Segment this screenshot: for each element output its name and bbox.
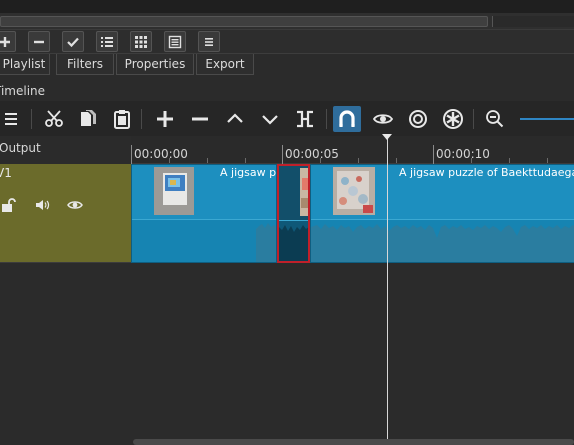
toolbar-separator xyxy=(141,109,142,129)
add-icon[interactable] xyxy=(0,31,16,52)
clip-audio-section xyxy=(132,219,276,262)
mute-audio-icon[interactable] xyxy=(34,197,50,213)
playlist-toolbar xyxy=(0,30,574,53)
tiles-view-icon[interactable] xyxy=(130,31,152,52)
remove-icon[interactable] xyxy=(28,31,50,52)
clip-thumbnail xyxy=(300,168,308,216)
overwrite-icon[interactable] xyxy=(256,106,284,132)
timeline-panel-title: Timeline xyxy=(0,84,46,98)
ruler-minor-tick xyxy=(320,158,321,163)
timeline-ruler[interactable]: 00:00:00 00:00:05 00:00:10 xyxy=(131,136,574,164)
lock-icon[interactable] xyxy=(0,197,16,213)
tab-export[interactable]: Export xyxy=(196,54,254,75)
ruler-minor-tick xyxy=(471,158,472,163)
audio-waveform xyxy=(311,224,574,262)
menu-icon[interactable] xyxy=(198,31,220,52)
ruler-label: 00:00:00 xyxy=(134,147,188,161)
panel-tabs: Playlist Filters Properties Export xyxy=(0,53,574,75)
split-icon[interactable] xyxy=(291,106,319,132)
playhead[interactable] xyxy=(387,136,388,445)
clip-thumbnail xyxy=(333,167,375,215)
timeline-horizontal-scrollbar[interactable] xyxy=(133,439,574,445)
menu-icon[interactable] xyxy=(0,106,26,132)
toolbar-separator xyxy=(473,109,474,129)
zoom-out-icon[interactable] xyxy=(481,106,509,132)
upper-panel-scrollbar[interactable] xyxy=(0,16,488,27)
ruler-minor-tick xyxy=(547,158,548,163)
snap-icon[interactable] xyxy=(333,106,361,132)
ruler-major-tick xyxy=(131,145,132,164)
ruler-minor-tick xyxy=(245,158,246,163)
lift-icon[interactable] xyxy=(221,106,249,132)
scrub-icon[interactable] xyxy=(369,106,397,132)
clip-audio-section xyxy=(279,220,308,261)
copy-icon[interactable] xyxy=(74,106,102,132)
ruler-major-tick xyxy=(433,145,434,164)
timeline-clip-selected[interactable] xyxy=(277,164,310,263)
output-track-label: Output xyxy=(0,141,41,155)
append-icon[interactable] xyxy=(151,106,179,132)
timeline-clip[interactable]: A jigsaw puzzle of Baekttudaegan xyxy=(310,164,574,263)
tab-filters[interactable]: Filters xyxy=(56,54,114,75)
details-view-icon[interactable] xyxy=(96,31,118,52)
hide-video-icon[interactable] xyxy=(67,197,83,213)
clip-thumbnail xyxy=(154,167,194,215)
timeline-toolbar xyxy=(0,101,574,136)
icons-view-icon[interactable] xyxy=(164,31,186,52)
ruler-minor-tick xyxy=(396,158,397,163)
audio-waveform xyxy=(256,223,276,262)
ruler-minor-tick xyxy=(509,158,510,163)
ruler-label: 00:00:10 xyxy=(436,147,490,161)
ruler-minor-tick xyxy=(207,158,208,163)
ruler-minor-tick xyxy=(358,158,359,163)
remove-icon[interactable] xyxy=(186,106,214,132)
paste-icon[interactable] xyxy=(108,106,136,132)
toolbar-separator xyxy=(31,109,32,129)
track-name: V1 xyxy=(0,166,12,180)
ruler-label: 00:00:05 xyxy=(285,147,339,161)
track-header-v1[interactable] xyxy=(0,164,131,263)
tab-playlist[interactable]: Playlist xyxy=(0,54,50,75)
ripple-icon[interactable] xyxy=(404,106,432,132)
cut-icon[interactable] xyxy=(40,106,68,132)
ripple-all-icon[interactable] xyxy=(439,106,467,132)
ruler-major-tick xyxy=(282,145,283,164)
clip-title: A jigsaw puzzle of Baekttudaegan xyxy=(399,166,574,179)
timeline-clip[interactable]: A jigsaw p xyxy=(131,164,277,263)
clip-audio-section xyxy=(311,219,574,262)
window-top-strip xyxy=(0,0,574,13)
toolbar-separator xyxy=(326,109,327,129)
zoom-slider[interactable] xyxy=(520,118,574,120)
tab-properties[interactable]: Properties xyxy=(116,54,194,75)
scrollbar-track xyxy=(492,16,574,27)
audio-waveform xyxy=(279,225,308,261)
clip-title: A jigsaw p xyxy=(220,166,277,179)
checkmark-icon[interactable] xyxy=(62,31,84,52)
playhead-handle[interactable] xyxy=(382,134,392,140)
ruler-minor-tick xyxy=(169,158,170,163)
